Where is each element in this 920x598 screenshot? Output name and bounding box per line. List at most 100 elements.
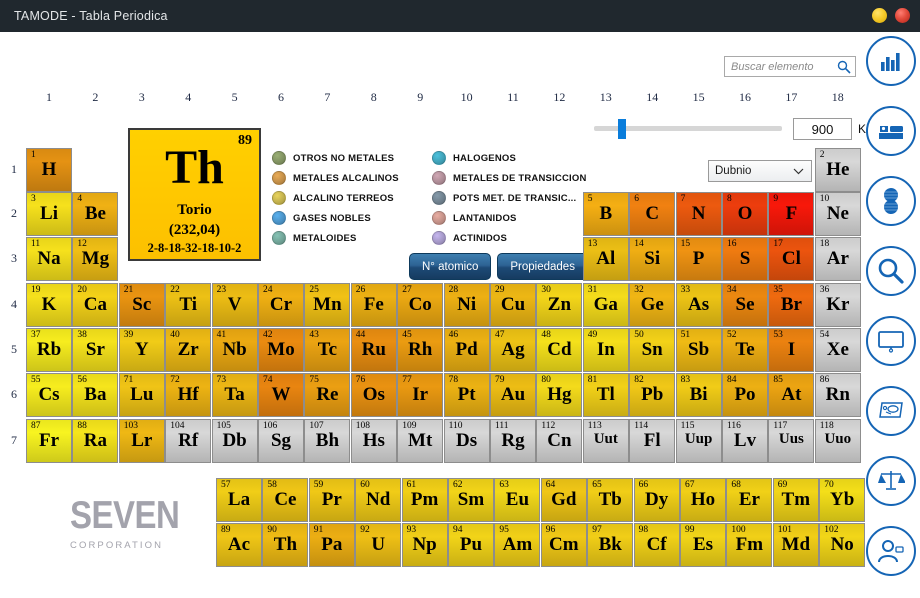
element-cell-sb[interactable]: 51 Sb (675, 328, 722, 372)
element-cell-ac[interactable]: 89 Ac (216, 523, 262, 567)
element-cell-fe[interactable]: 26 Fe (350, 283, 397, 327)
element-cell-na[interactable]: 11 Na (26, 237, 72, 281)
element-cell-np[interactable]: 93 Np (401, 523, 448, 567)
bar-chart-icon[interactable] (866, 36, 916, 86)
element-cell-hg[interactable]: 80 Hg (536, 373, 583, 417)
element-cell-uuo[interactable]: 118 Uuo (814, 419, 861, 463)
element-cell-au[interactable]: 79 Au (490, 373, 536, 417)
element-cell-lv[interactable]: 116 Lv (722, 419, 768, 463)
element-cell-pm[interactable]: 61 Pm (401, 478, 448, 522)
element-cell-si[interactable]: 14 Si (629, 237, 676, 281)
user-icon[interactable] (866, 526, 916, 576)
element-cell-ar[interactable]: 18 Ar (814, 237, 861, 281)
element-cell-rh[interactable]: 45 Rh (397, 328, 444, 372)
element-cell-db[interactable]: 105 Db (211, 419, 258, 463)
search-box[interactable] (724, 56, 856, 77)
element-cell-mn[interactable]: 25 Mn (304, 283, 351, 327)
element-cell-cl[interactable]: 17 Cl (768, 237, 815, 281)
element-cell-bk[interactable]: 97 Bk (587, 523, 634, 567)
element-cell-cd[interactable]: 48 Cd (536, 328, 583, 372)
element-cell-uup[interactable]: 115 Uup (675, 419, 722, 463)
search-input[interactable] (729, 58, 834, 75)
bed-icon[interactable] (866, 106, 916, 156)
element-cell-ba[interactable]: 56 Ba (72, 373, 119, 417)
element-cell-cu[interactable]: 29 Cu (490, 283, 536, 327)
element-cell-tl[interactable]: 81 Tl (582, 373, 629, 417)
element-cell-bi[interactable]: 83 Bi (675, 373, 722, 417)
element-cell-rf[interactable]: 104 Rf (165, 419, 212, 463)
element-cell-lu[interactable]: 71 Lu (118, 373, 165, 417)
element-cell-k[interactable]: 19 K (26, 283, 72, 327)
element-cell-rn[interactable]: 86 Rn (814, 373, 861, 417)
element-cell-se[interactable]: 34 Se (722, 283, 768, 327)
element-cell-xe[interactable]: 54 Xe (814, 328, 861, 372)
element-cell-sm[interactable]: 62 Sm (448, 478, 494, 522)
search-icon[interactable] (834, 60, 854, 74)
lab-tray-icon[interactable] (866, 386, 916, 436)
element-cell-br[interactable]: 35 Br (768, 283, 815, 327)
element-cell-uut[interactable]: 113 Uut (582, 419, 629, 463)
element-cell-be[interactable]: 4 Be (72, 192, 119, 236)
element-cell-am[interactable]: 95 Am (494, 523, 541, 567)
element-cell-te[interactable]: 52 Te (722, 328, 768, 372)
element-cell-hf[interactable]: 72 Hf (165, 373, 212, 417)
element-cell-la[interactable]: 57 La (216, 478, 262, 522)
element-cell-tc[interactable]: 43 Tc (304, 328, 351, 372)
magnifier-icon[interactable] (866, 246, 916, 296)
element-cell-dy[interactable]: 66 Dy (633, 478, 680, 522)
element-cell-no[interactable]: 102 No (819, 523, 866, 567)
temperature-slider-thumb[interactable] (618, 119, 626, 139)
monitor-icon[interactable] (866, 316, 916, 366)
element-cell-mg[interactable]: 12 Mg (72, 237, 119, 281)
element-cell-rg[interactable]: 111 Rg (490, 419, 536, 463)
element-cell-al[interactable]: 13 Al (582, 237, 629, 281)
element-cell-pr[interactable]: 59 Pr (308, 478, 355, 522)
element-cell-tm[interactable]: 69 Tm (772, 478, 819, 522)
element-cell-ru[interactable]: 44 Ru (350, 328, 397, 372)
element-cell-s[interactable]: 16 S (722, 237, 768, 281)
element-cell-pd[interactable]: 46 Pd (443, 328, 490, 372)
element-cell-as[interactable]: 33 As (675, 283, 722, 327)
element-cell-sg[interactable]: 106 Sg (258, 419, 304, 463)
element-cell-b[interactable]: 5B (582, 192, 629, 236)
element-cell-li[interactable]: 3 Li (26, 192, 72, 236)
element-cell-hs[interactable]: 108 Hs (350, 419, 397, 463)
element-cell-eu[interactable]: 63 Eu (494, 478, 541, 522)
element-cell-n[interactable]: 7N (675, 192, 722, 236)
element-cell-u[interactable]: 92 U (355, 523, 402, 567)
element-cell-pu[interactable]: 94 Pu (448, 523, 494, 567)
element-cell-fm[interactable]: 100 Fm (726, 523, 773, 567)
element-cell-md[interactable]: 101 Md (772, 523, 819, 567)
mode-button-atomic-number[interactable]: N° atomico (409, 253, 492, 280)
element-cell-kr[interactable]: 36 Kr (814, 283, 861, 327)
element-cell-ds[interactable]: 110 Ds (443, 419, 490, 463)
balance-scale-icon[interactable] (866, 456, 916, 506)
element-cell-in[interactable]: 49 In (582, 328, 629, 372)
element-cell-pt[interactable]: 78 Pt (443, 373, 490, 417)
element-cell-ca[interactable]: 20 Ca (72, 283, 119, 327)
element-cell-p[interactable]: 15 P (675, 237, 722, 281)
element-cell-cs[interactable]: 55 Cs (26, 373, 72, 417)
element-cell-ir[interactable]: 77 Ir (397, 373, 444, 417)
element-cell-he[interactable]: 2 He (814, 148, 861, 192)
element-cell-ce[interactable]: 58 Ce (262, 478, 309, 522)
element-cell-ta[interactable]: 73 Ta (211, 373, 258, 417)
atom-icon[interactable] (866, 176, 916, 226)
element-cell-y[interactable]: 39 Y (118, 328, 165, 372)
selected-element-card[interactable]: 89 Th Torio (232,04) 2-8-18-32-18-10-2 (128, 128, 261, 261)
element-cell-cr[interactable]: 24 Cr (258, 283, 304, 327)
element-cell-rb[interactable]: 37 Rb (26, 328, 72, 372)
close-button[interactable] (895, 8, 910, 23)
element-cell-po[interactable]: 84 Po (722, 373, 768, 417)
element-cell-lr[interactable]: 103 Lr (118, 419, 165, 463)
minimize-button[interactable] (872, 8, 887, 23)
element-cell-ho[interactable]: 67 Ho (680, 478, 726, 522)
element-cell-sn[interactable]: 50 Sn (629, 328, 676, 372)
element-cell-mo[interactable]: 42 Mo (258, 328, 304, 372)
element-cell-re[interactable]: 75 Re (304, 373, 351, 417)
element-cell-tb[interactable]: 65 Tb (587, 478, 634, 522)
temperature-value[interactable]: 900 (793, 118, 852, 140)
mode-button-properties[interactable]: Propiedades (497, 253, 588, 280)
element-cell-gd[interactable]: 64 Gd (540, 478, 587, 522)
element-cell-mt[interactable]: 109 Mt (397, 419, 444, 463)
